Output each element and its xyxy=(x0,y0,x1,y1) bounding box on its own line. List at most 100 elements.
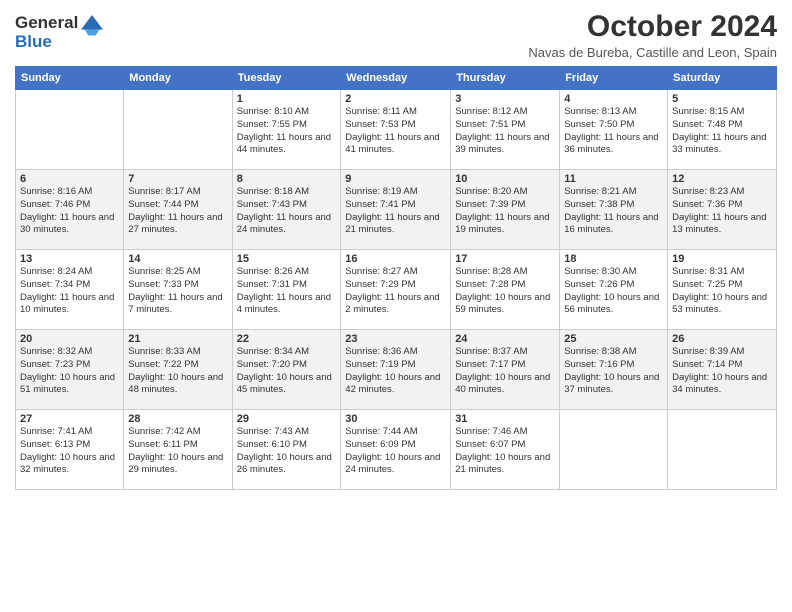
calendar-week-2: 6Sunrise: 8:16 AMSunset: 7:46 PMDaylight… xyxy=(16,170,777,250)
calendar-table: Sunday Monday Tuesday Wednesday Thursday… xyxy=(15,66,777,490)
col-tuesday: Tuesday xyxy=(232,67,341,90)
month-year-title: October 2024 xyxy=(528,10,777,43)
day-number: 17 xyxy=(455,253,555,265)
day-info: Sunrise: 7:46 AMSunset: 6:07 PMDaylight:… xyxy=(455,426,555,477)
calendar-cell: 3Sunrise: 8:12 AMSunset: 7:51 PMDaylight… xyxy=(451,90,560,170)
day-number: 27 xyxy=(20,413,119,425)
day-number: 6 xyxy=(20,173,119,185)
day-number: 18 xyxy=(564,253,663,265)
day-info: Sunrise: 8:24 AMSunset: 7:34 PMDaylight:… xyxy=(20,266,119,317)
calendar-cell: 31Sunrise: 7:46 AMSunset: 6:07 PMDayligh… xyxy=(451,410,560,490)
calendar-cell: 19Sunrise: 8:31 AMSunset: 7:25 PMDayligh… xyxy=(668,250,777,330)
calendar-cell: 28Sunrise: 7:42 AMSunset: 6:11 PMDayligh… xyxy=(124,410,232,490)
calendar-week-1: 1Sunrise: 8:10 AMSunset: 7:55 PMDaylight… xyxy=(16,90,777,170)
day-info: Sunrise: 8:23 AMSunset: 7:36 PMDaylight:… xyxy=(672,186,772,237)
day-info: Sunrise: 8:30 AMSunset: 7:26 PMDaylight:… xyxy=(564,266,663,317)
calendar-cell: 15Sunrise: 8:26 AMSunset: 7:31 PMDayligh… xyxy=(232,250,341,330)
day-number: 25 xyxy=(564,333,663,345)
calendar-cell: 9Sunrise: 8:19 AMSunset: 7:41 PMDaylight… xyxy=(341,170,451,250)
calendar-cell: 14Sunrise: 8:25 AMSunset: 7:33 PMDayligh… xyxy=(124,250,232,330)
calendar-cell: 13Sunrise: 8:24 AMSunset: 7:34 PMDayligh… xyxy=(16,250,124,330)
header-row: Sunday Monday Tuesday Wednesday Thursday… xyxy=(16,67,777,90)
day-info: Sunrise: 7:44 AMSunset: 6:09 PMDaylight:… xyxy=(345,426,446,477)
logo-general: General xyxy=(15,14,78,33)
calendar-cell: 27Sunrise: 7:41 AMSunset: 6:13 PMDayligh… xyxy=(16,410,124,490)
day-info: Sunrise: 7:41 AMSunset: 6:13 PMDaylight:… xyxy=(20,426,119,477)
calendar-header: Sunday Monday Tuesday Wednesday Thursday… xyxy=(16,67,777,90)
day-info: Sunrise: 8:25 AMSunset: 7:33 PMDaylight:… xyxy=(128,266,227,317)
day-info: Sunrise: 8:39 AMSunset: 7:14 PMDaylight:… xyxy=(672,346,772,397)
col-monday: Monday xyxy=(124,67,232,90)
day-number: 1 xyxy=(237,93,337,105)
calendar-cell: 7Sunrise: 8:17 AMSunset: 7:44 PMDaylight… xyxy=(124,170,232,250)
day-info: Sunrise: 8:17 AMSunset: 7:44 PMDaylight:… xyxy=(128,186,227,237)
calendar-cell: 26Sunrise: 8:39 AMSunset: 7:14 PMDayligh… xyxy=(668,330,777,410)
calendar-cell: 1Sunrise: 8:10 AMSunset: 7:55 PMDaylight… xyxy=(232,90,341,170)
calendar-body: 1Sunrise: 8:10 AMSunset: 7:55 PMDaylight… xyxy=(16,90,777,490)
calendar-cell: 22Sunrise: 8:34 AMSunset: 7:20 PMDayligh… xyxy=(232,330,341,410)
day-info: Sunrise: 8:13 AMSunset: 7:50 PMDaylight:… xyxy=(564,106,663,157)
day-number: 24 xyxy=(455,333,555,345)
day-number: 21 xyxy=(128,333,227,345)
day-info: Sunrise: 7:43 AMSunset: 6:10 PMDaylight:… xyxy=(237,426,337,477)
day-number: 19 xyxy=(672,253,772,265)
day-number: 30 xyxy=(345,413,446,425)
calendar-week-5: 27Sunrise: 7:41 AMSunset: 6:13 PMDayligh… xyxy=(16,410,777,490)
day-number: 8 xyxy=(237,173,337,185)
day-number: 16 xyxy=(345,253,446,265)
day-number: 15 xyxy=(237,253,337,265)
calendar-cell: 30Sunrise: 7:44 AMSunset: 6:09 PMDayligh… xyxy=(341,410,451,490)
day-info: Sunrise: 8:37 AMSunset: 7:17 PMDaylight:… xyxy=(455,346,555,397)
day-info: Sunrise: 8:32 AMSunset: 7:23 PMDaylight:… xyxy=(20,346,119,397)
calendar-cell: 5Sunrise: 8:15 AMSunset: 7:48 PMDaylight… xyxy=(668,90,777,170)
day-info: Sunrise: 8:11 AMSunset: 7:53 PMDaylight:… xyxy=(345,106,446,157)
day-number: 3 xyxy=(455,93,555,105)
calendar-cell xyxy=(560,410,668,490)
calendar-cell: 10Sunrise: 8:20 AMSunset: 7:39 PMDayligh… xyxy=(451,170,560,250)
day-info: Sunrise: 8:18 AMSunset: 7:43 PMDaylight:… xyxy=(237,186,337,237)
logo-icon xyxy=(81,15,103,37)
day-number: 26 xyxy=(672,333,772,345)
day-number: 29 xyxy=(237,413,337,425)
day-number: 20 xyxy=(20,333,119,345)
calendar-cell xyxy=(124,90,232,170)
calendar-cell: 20Sunrise: 8:32 AMSunset: 7:23 PMDayligh… xyxy=(16,330,124,410)
col-wednesday: Wednesday xyxy=(341,67,451,90)
day-number: 5 xyxy=(672,93,772,105)
title-block: October 2024 Navas de Bureba, Castille a… xyxy=(528,10,777,60)
calendar-cell xyxy=(668,410,777,490)
day-number: 2 xyxy=(345,93,446,105)
calendar-cell: 12Sunrise: 8:23 AMSunset: 7:36 PMDayligh… xyxy=(668,170,777,250)
day-info: Sunrise: 8:33 AMSunset: 7:22 PMDaylight:… xyxy=(128,346,227,397)
calendar-cell: 16Sunrise: 8:27 AMSunset: 7:29 PMDayligh… xyxy=(341,250,451,330)
col-thursday: Thursday xyxy=(451,67,560,90)
day-info: Sunrise: 7:42 AMSunset: 6:11 PMDaylight:… xyxy=(128,426,227,477)
header: General Blue October 2024 Navas de Bureb… xyxy=(15,10,777,60)
calendar-cell xyxy=(16,90,124,170)
calendar-cell: 4Sunrise: 8:13 AMSunset: 7:50 PMDaylight… xyxy=(560,90,668,170)
day-number: 13 xyxy=(20,253,119,265)
day-number: 12 xyxy=(672,173,772,185)
day-info: Sunrise: 8:16 AMSunset: 7:46 PMDaylight:… xyxy=(20,186,119,237)
calendar-cell: 11Sunrise: 8:21 AMSunset: 7:38 PMDayligh… xyxy=(560,170,668,250)
day-number: 7 xyxy=(128,173,227,185)
col-friday: Friday xyxy=(560,67,668,90)
day-number: 23 xyxy=(345,333,446,345)
day-info: Sunrise: 8:38 AMSunset: 7:16 PMDaylight:… xyxy=(564,346,663,397)
day-info: Sunrise: 8:19 AMSunset: 7:41 PMDaylight:… xyxy=(345,186,446,237)
day-info: Sunrise: 8:12 AMSunset: 7:51 PMDaylight:… xyxy=(455,106,555,157)
day-info: Sunrise: 8:34 AMSunset: 7:20 PMDaylight:… xyxy=(237,346,337,397)
calendar-cell: 25Sunrise: 8:38 AMSunset: 7:16 PMDayligh… xyxy=(560,330,668,410)
calendar-cell: 8Sunrise: 8:18 AMSunset: 7:43 PMDaylight… xyxy=(232,170,341,250)
day-number: 10 xyxy=(455,173,555,185)
logo: General Blue xyxy=(15,14,103,51)
day-info: Sunrise: 8:26 AMSunset: 7:31 PMDaylight:… xyxy=(237,266,337,317)
day-number: 11 xyxy=(564,173,663,185)
location-subtitle: Navas de Bureba, Castille and Leon, Spai… xyxy=(528,45,777,60)
day-info: Sunrise: 8:10 AMSunset: 7:55 PMDaylight:… xyxy=(237,106,337,157)
day-number: 14 xyxy=(128,253,227,265)
day-info: Sunrise: 8:36 AMSunset: 7:19 PMDaylight:… xyxy=(345,346,446,397)
calendar-cell: 21Sunrise: 8:33 AMSunset: 7:22 PMDayligh… xyxy=(124,330,232,410)
calendar-cell: 6Sunrise: 8:16 AMSunset: 7:46 PMDaylight… xyxy=(16,170,124,250)
day-number: 28 xyxy=(128,413,227,425)
